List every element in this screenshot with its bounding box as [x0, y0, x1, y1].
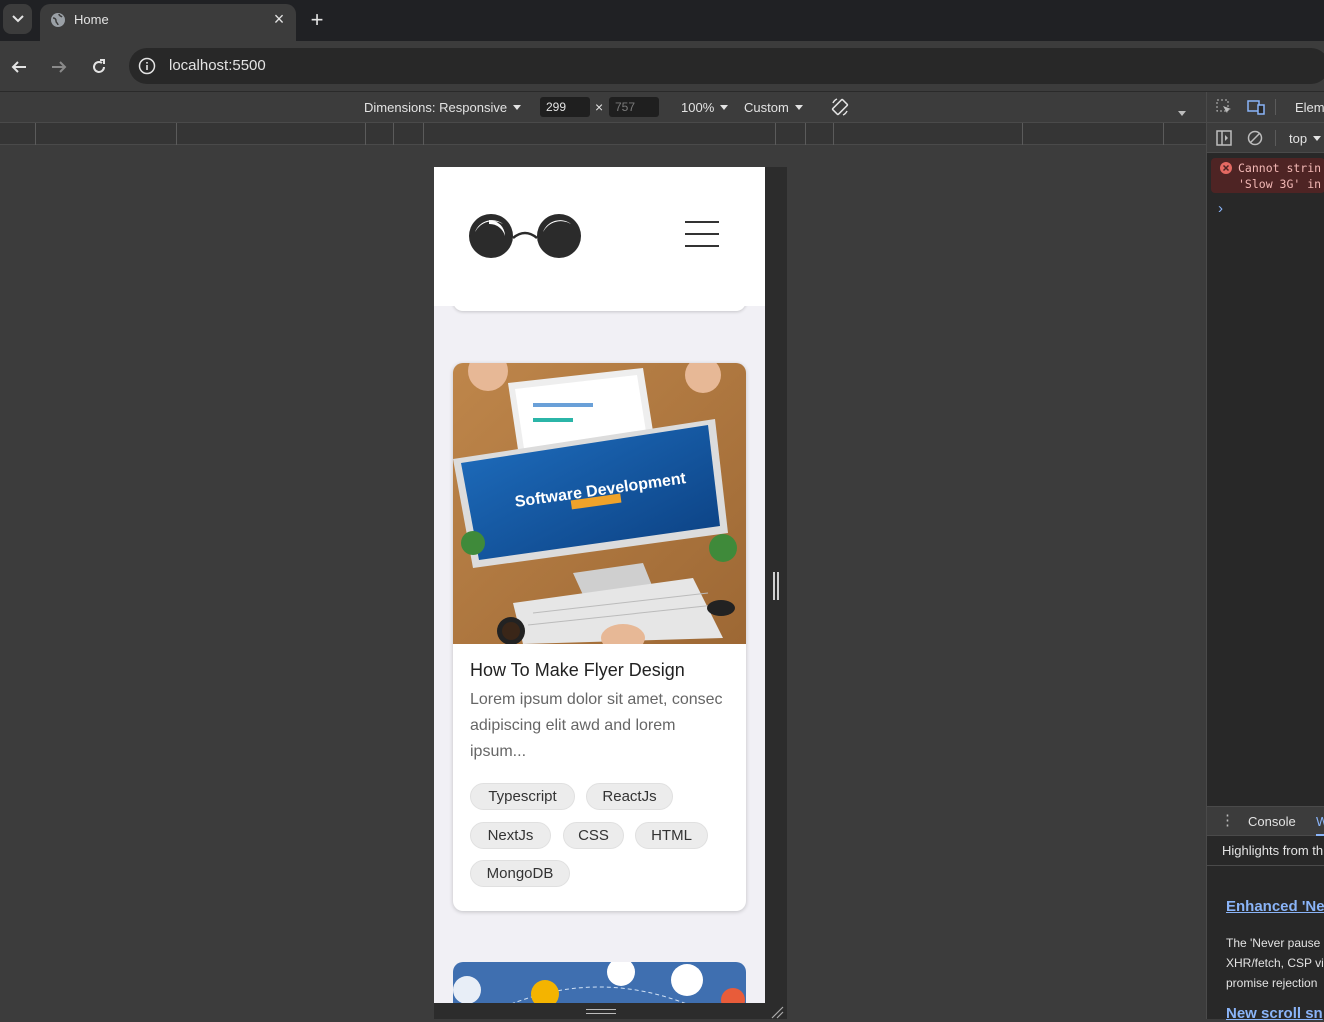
url-text: localhost:5500 [169, 57, 266, 74]
site-info-button[interactable] [135, 54, 159, 78]
resize-corner-icon [771, 1006, 784, 1019]
tab-strip: Home × + [0, 0, 1324, 41]
plus-icon: + [310, 7, 324, 32]
paragraph-line: XHR/fetch, CSP vi [1226, 956, 1324, 970]
card-title[interactable]: How To Make Flyer Design [470, 660, 685, 681]
drawer-tab-whats-new[interactable]: W [1316, 814, 1324, 836]
throttle-dropdown[interactable]: Custom [744, 100, 803, 115]
console-error-message[interactable]: Cannot strin 'Slow 3G' in [1211, 158, 1324, 193]
reload-button[interactable] [85, 53, 113, 81]
zoom-label: 100% [681, 100, 715, 115]
tab-elements[interactable]: Elem [1295, 100, 1324, 115]
sidebar-toggle-icon[interactable] [1216, 130, 1232, 146]
arrow-left-icon [11, 61, 26, 73]
devtools-panel: Elem top Cannot strin 'Slow 3G' in › ⋮ C… [1206, 92, 1324, 1022]
error-icon [1220, 162, 1232, 174]
tab-title: Home [74, 12, 109, 27]
chevron-down-icon [1178, 111, 1186, 116]
card-description: Lorem ipsum dolor sit amet, consec adipi… [470, 691, 723, 760]
device-toggle-icon[interactable] [1247, 99, 1265, 115]
width-input[interactable]: 299 [540, 97, 590, 117]
card-image: Software Development [453, 363, 746, 644]
dimensions-dropdown[interactable]: Dimensions: Responsive [364, 100, 522, 115]
resize-handle-right[interactable] [773, 572, 779, 600]
resize-handle-bottom[interactable] [434, 1003, 787, 1019]
context-label: top [1289, 131, 1308, 146]
rotate-icon [831, 98, 849, 116]
new-tab-button[interactable]: + [305, 8, 329, 32]
inspect-icon[interactable] [1216, 99, 1232, 115]
throttle-label: Custom [744, 100, 789, 115]
drawer-tab-console[interactable]: Console [1248, 814, 1296, 829]
devtools-toolbar: Elem [1207, 92, 1324, 123]
whats-new-header: Highlights from th [1207, 836, 1324, 866]
tag-nextjs[interactable]: NextJs [470, 822, 551, 849]
console-toolbar: top [1207, 123, 1324, 153]
glasses-logo-icon[interactable] [469, 212, 583, 262]
chevron-down-icon [11, 15, 24, 23]
device-viewport[interactable]: Software Development How To Make Flyer D… [434, 167, 765, 1003]
chevron-down-icon [513, 105, 522, 110]
browser-toolbar: localhost:5500 [0, 41, 1324, 92]
device-toolbar: Dimensions: Responsive 299 × 757 100% Cu… [0, 92, 1206, 123]
whats-new-heading-1[interactable]: Enhanced 'Ne [1226, 898, 1324, 915]
forward-button[interactable] [45, 53, 73, 81]
tag-reactjs[interactable]: ReactJs [586, 783, 673, 810]
highlights-text: Highlights from th [1222, 843, 1324, 858]
whats-new-heading-2[interactable]: New scroll sn [1226, 1005, 1323, 1022]
dimension-separator: × [595, 99, 604, 115]
tag-mongodb[interactable]: MongoDB [470, 860, 570, 887]
context-selector[interactable]: top [1289, 131, 1322, 146]
dimensions-label: Dimensions: Responsive [364, 100, 508, 115]
globe-icon [51, 13, 65, 27]
chevron-down-icon [720, 105, 729, 110]
drawer-tabs: ⋮ Console W [1207, 806, 1324, 836]
tag-typescript[interactable]: Typescript [470, 783, 575, 810]
back-button[interactable] [5, 53, 33, 81]
tag-html[interactable]: HTML [635, 822, 708, 849]
more-options-button[interactable] [1178, 104, 1186, 119]
error-line-2: 'Slow 3G' in [1238, 177, 1322, 191]
media-query-ruler[interactable] [0, 123, 1206, 145]
chevron-down-icon [794, 105, 803, 110]
clear-console-icon[interactable] [1247, 130, 1263, 146]
whats-new-paragraph-1: The 'Never pause XHR/fetch, CSP vi promi… [1226, 933, 1324, 993]
paragraph-line: The 'Never pause [1226, 936, 1321, 950]
kebab-menu-icon[interactable]: ⋮ [1220, 811, 1235, 829]
height-input[interactable]: 757 [609, 97, 659, 117]
address-bar[interactable]: localhost:5500 [129, 48, 1324, 84]
site-header [434, 167, 765, 306]
blog-card[interactable]: Software Development How To Make Flyer D… [453, 363, 746, 911]
rotate-button[interactable] [830, 97, 850, 120]
tab-search-button[interactable] [3, 4, 32, 34]
menu-icon[interactable] [685, 221, 719, 247]
paragraph-line: promise rejection [1226, 976, 1318, 990]
reload-icon [93, 59, 105, 73]
console-prompt-icon[interactable]: › [1218, 200, 1223, 217]
close-tab-button[interactable]: × [269, 9, 289, 29]
error-line-1: Cannot strin [1238, 161, 1322, 175]
zoom-dropdown[interactable]: 100% [681, 100, 729, 115]
arrow-right-icon [52, 61, 67, 73]
browser-tab[interactable]: Home × [40, 4, 296, 41]
close-icon: × [273, 8, 285, 29]
tag-css[interactable]: CSS [563, 822, 624, 849]
info-icon [138, 57, 156, 75]
next-card-image[interactable] [453, 962, 746, 1003]
chevron-down-icon [1313, 136, 1322, 141]
